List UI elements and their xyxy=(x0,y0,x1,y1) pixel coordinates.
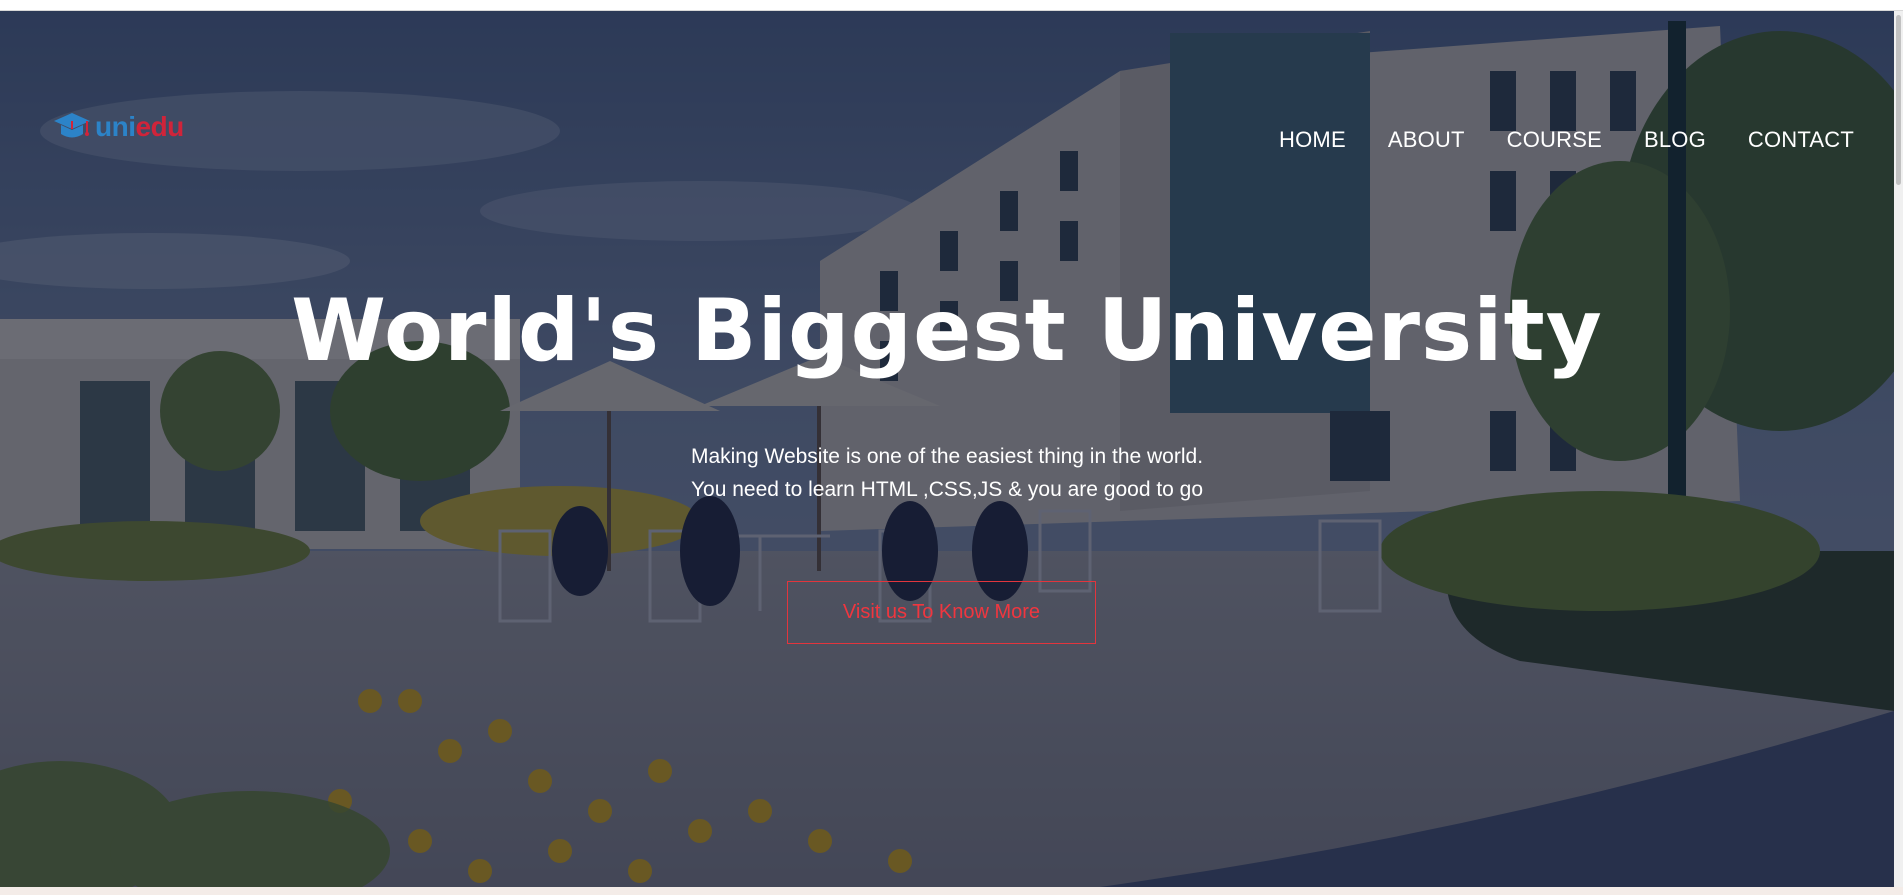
page-bottom-edge xyxy=(0,887,1903,895)
page-scrollbar[interactable] xyxy=(1894,11,1903,887)
logo-text-edu: edu xyxy=(135,111,185,142)
site-logo[interactable]: uniedu xyxy=(53,111,184,143)
hero-subtitle-line2: You need to learn HTML ,CSS,JS & you are… xyxy=(690,478,1204,501)
hero-subtitle-line1: Making Website is one of the easiest thi… xyxy=(690,445,1204,468)
hero-section: uniedu HOME ABOUT COURSE BLOG CONTACT Wo… xyxy=(0,11,1894,887)
graduation-cap-icon xyxy=(54,113,90,138)
nav-blog-link[interactable]: BLOG xyxy=(1644,127,1706,153)
scrollbar-thumb[interactable] xyxy=(1896,15,1901,185)
main-navigation: HOME ABOUT COURSE BLOG CONTACT xyxy=(1279,127,1854,153)
nav-course-link[interactable]: COURSE xyxy=(1507,127,1602,153)
visit-us-button[interactable]: Visit us To Know More xyxy=(787,581,1096,644)
nav-about-link[interactable]: ABOUT xyxy=(1388,127,1465,153)
nav-home-link[interactable]: HOME xyxy=(1279,127,1346,153)
hero-title: World's Biggest University xyxy=(291,281,1603,381)
nav-contact-link[interactable]: CONTACT xyxy=(1748,127,1854,153)
browser-top-edge xyxy=(0,0,1903,11)
logo-text-uni: uni xyxy=(95,111,136,142)
